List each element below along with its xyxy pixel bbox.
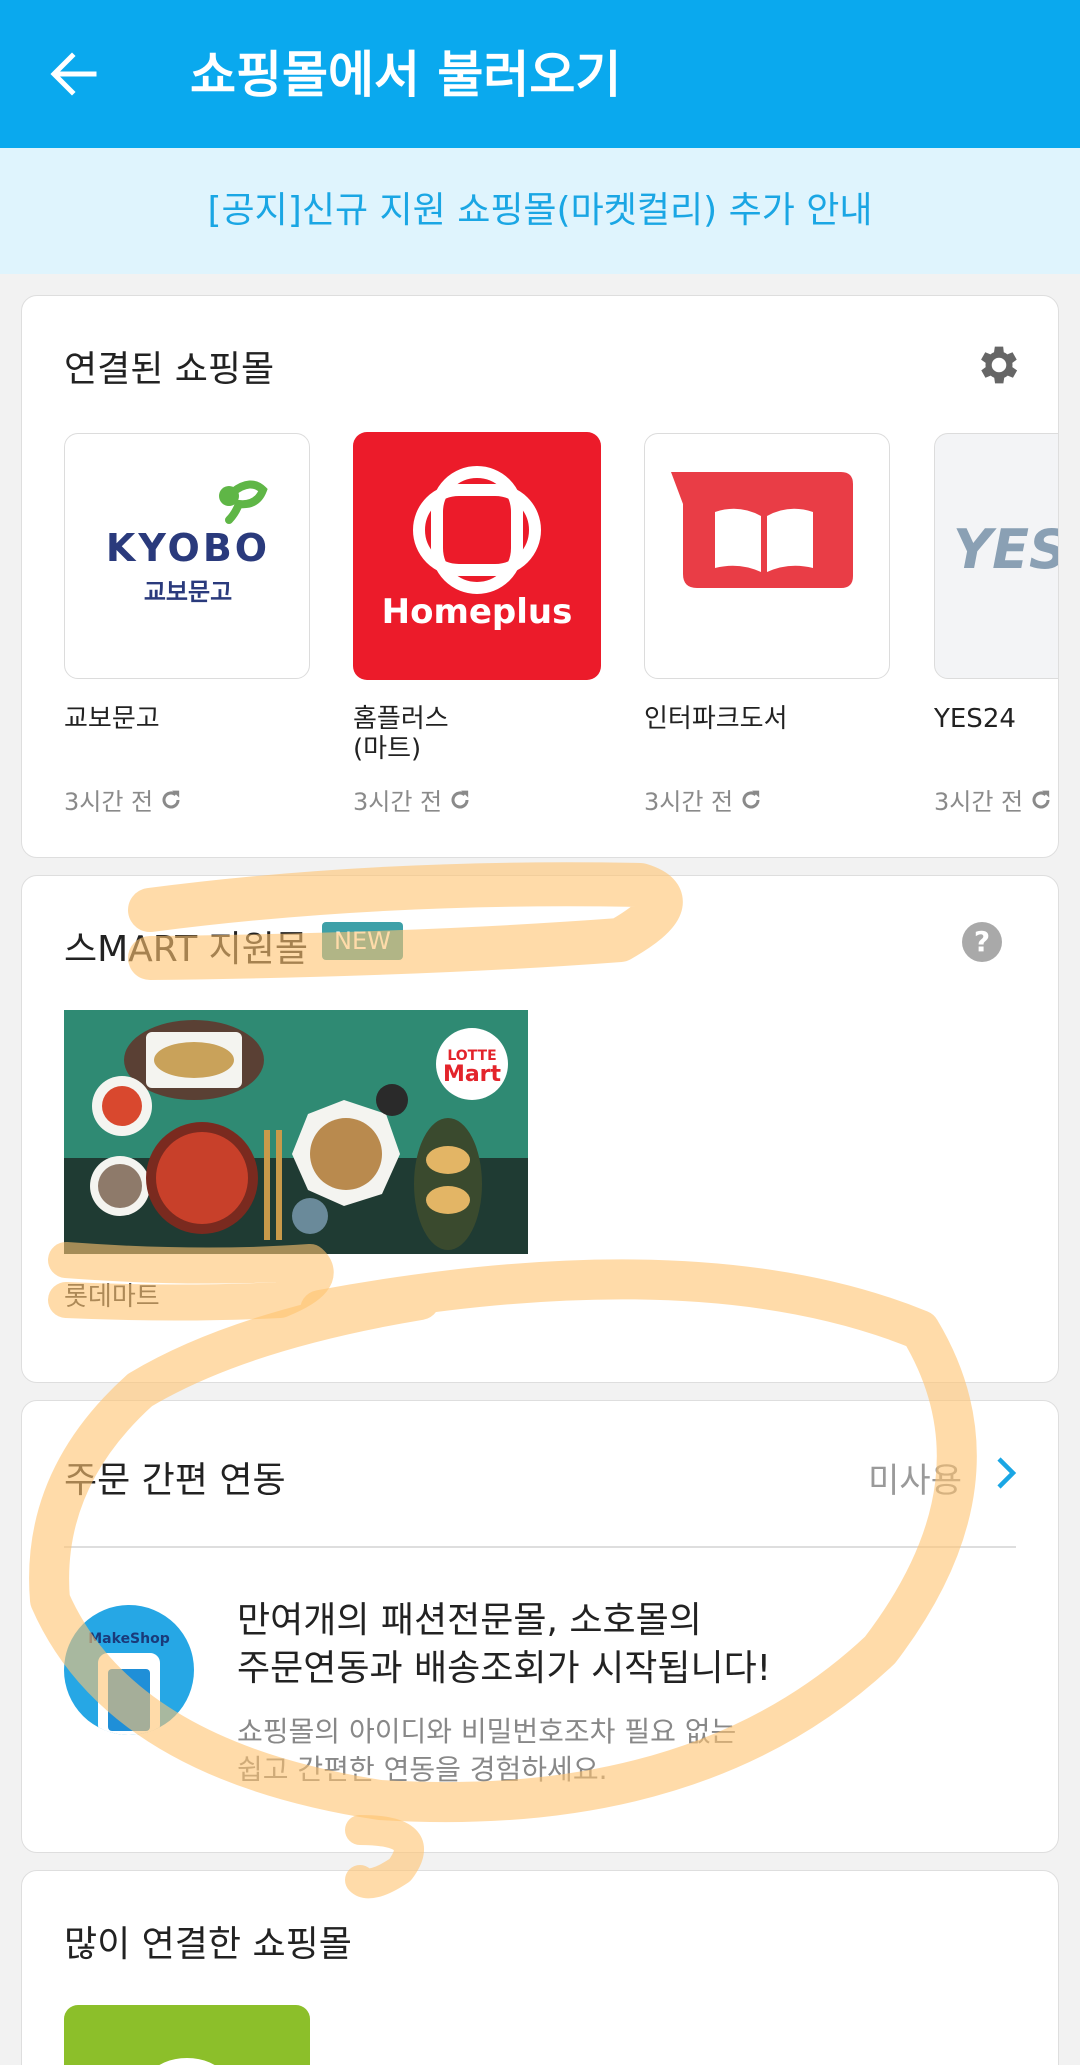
makeshop-logo-text: MakeShop xyxy=(88,1631,170,1647)
notice-banner[interactable]: [공지]신규 지원 쇼핑몰(마켓컬리) 추가 안내 xyxy=(0,148,1080,274)
order-headline-line1: 만여개의 패션전문몰, 소호몰의 xyxy=(237,1600,702,1641)
phone-icon xyxy=(98,1653,160,1735)
interpark-book-icon xyxy=(671,472,853,588)
app-bar: 쇼핑몰에서 불러오기 xyxy=(0,0,1080,148)
smart-mall-label: 롯데마트 xyxy=(64,1282,160,1312)
mall-name: 홈플러스 (마트) xyxy=(353,704,449,764)
refresh-icon[interactable] xyxy=(737,786,765,814)
order-description-line1: 쇼핑몰의 아이디와 비밀번호조차 필요 없는 xyxy=(237,1715,737,1748)
order-description: 쇼핑몰의 아이디와 비밀번호조차 필요 없는 쉽고 간편한 연동을 경험하세요. xyxy=(237,1713,736,1789)
popular-malls-title: 많이 연결한 쇼핑몰 xyxy=(64,1924,352,1965)
lotte-mart-banner[interactable]: LOTTE Mart xyxy=(64,1010,528,1254)
gear-icon[interactable] xyxy=(974,340,1024,390)
order-description-line2: 쉽고 간편한 연동을 경험하세요. xyxy=(237,1753,608,1786)
refresh-icon[interactable] xyxy=(446,786,474,814)
lotte-logo-line2: Mart xyxy=(442,1062,502,1087)
mall-name: YES24 xyxy=(934,704,1016,734)
mall-sync-time: 3시간 전 xyxy=(644,782,765,817)
new-badge: NEW xyxy=(322,922,403,960)
order-link-card: 주문 간편 연동 미사용 MakeShop 만여개의 패션전문몰, 소호몰의 주… xyxy=(21,1400,1059,1853)
mall-time-text: 3시간 전 xyxy=(353,788,443,816)
order-link-status[interactable]: 미사용 xyxy=(868,1453,962,1502)
mall-time-text: 3시간 전 xyxy=(644,788,734,816)
refresh-icon[interactable] xyxy=(1027,786,1055,814)
mall-time-text: 3시간 전 xyxy=(934,788,1024,816)
page-title: 쇼핑몰에서 불러오기 xyxy=(190,46,622,104)
order-headline-line2: 주문연동과 배송조회가 시작됩니다! xyxy=(237,1648,772,1689)
smart-mall-title: 스MART 지원몰 xyxy=(64,929,308,970)
mall-name: 교보문고 xyxy=(64,704,160,734)
help-icon[interactable]: ? xyxy=(962,922,1002,962)
homeplus-logo-text: Homeplus xyxy=(381,592,573,632)
yes24-logo-text: YES xyxy=(953,518,1059,581)
mall-sync-time: 3시간 전 xyxy=(64,782,185,817)
food-illustration xyxy=(64,1020,528,1254)
mall-name: 인터파크도서 xyxy=(644,704,788,734)
mall-tile-homeplus[interactable]: Homeplus xyxy=(353,432,601,680)
order-link-title: 주문 간편 연동 xyxy=(64,1460,286,1501)
chevron-right-icon[interactable] xyxy=(988,1455,1024,1491)
mall-time-text: 3시간 전 xyxy=(64,788,154,816)
popular-mall-tile[interactable] xyxy=(64,2005,310,2065)
divider xyxy=(64,1546,1016,1548)
mall-tile-interpark[interactable] xyxy=(644,433,890,679)
mall-sync-time: 3시간 전 xyxy=(353,782,474,817)
smart-mall-card: 스MART 지원몰 NEW ? LOTTE Mart 롯데마트 xyxy=(21,875,1059,1383)
homeplus-logo xyxy=(413,466,541,594)
makeshop-logo: MakeShop xyxy=(64,1605,194,1735)
connected-malls-card: 연결된 쇼핑몰 KYOBO 교보문고 교보문고 3시간 전 Homeplus 홈… xyxy=(21,295,1059,858)
kyobo-logo-text: KYOBO xyxy=(105,526,271,570)
order-headline: 만여개의 패션전문몰, 소호몰의 주문연동과 배송조회가 시작됩니다! xyxy=(237,1597,771,1693)
mall-sync-time: 3시간 전 xyxy=(934,782,1055,817)
popular-malls-card: 많이 연결한 쇼핑몰 xyxy=(21,1870,1059,2065)
popular-mall-logo xyxy=(159,2057,215,2065)
mall-tile-yes24[interactable]: YES xyxy=(934,433,1059,679)
mall-tile-kyobo[interactable]: KYOBO 교보문고 xyxy=(64,433,310,679)
kyobo-logo-sub: 교보문고 xyxy=(143,578,233,606)
back-arrow-icon[interactable] xyxy=(44,44,104,104)
connected-malls-title: 연결된 쇼핑몰 xyxy=(64,349,275,390)
refresh-icon[interactable] xyxy=(157,786,185,814)
